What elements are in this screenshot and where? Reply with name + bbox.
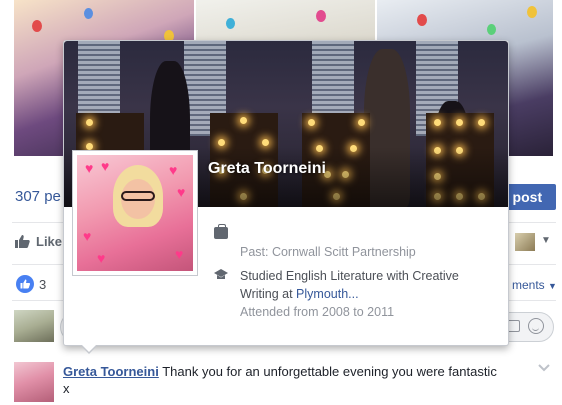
education-school-link[interactable]: Plymouth... [296,287,359,301]
like-reaction-icon[interactable] [16,275,34,293]
comment-body: Greta Toorneini Thank you for an unforge… [63,363,503,397]
education-attended: Attended from 2008 to 2011 [240,305,395,319]
graduation-cap-icon [214,269,228,279]
heart-icon: ♥ [169,162,178,178]
comment-author-link[interactable]: Greta Toorneini [63,364,159,379]
people-count-link[interactable]: 307 pe [15,188,61,205]
briefcase-icon [214,224,228,239]
education-info: Studied English Literature with Creative… [214,267,494,321]
profile-info: Past: Cornwall Scitt Partnership Studied… [214,223,494,327]
work-text: Past: Cornwall Scitt Partnership [240,245,416,259]
chevron-down-icon[interactable]: ▼ [541,235,551,246]
like-count[interactable]: 3 [39,277,46,292]
comments-filter-dropdown[interactable]: ments ▼ [512,278,557,292]
smile-icon[interactable] [528,318,544,334]
heart-icon: ♥ [97,250,106,266]
heart-icon: ♥ [101,158,110,174]
profile-hovercard: Greta Toorneini ♥ ♥ ♥ ♥ ♥ ♥ ♥ Past: Corn… [63,40,509,346]
profile-name-link[interactable]: Greta Toorneini [208,160,326,178]
thumbs-up-icon [15,235,30,248]
work-info: Past: Cornwall Scitt Partnership [214,223,494,261]
profile-picture[interactable]: ♥ ♥ ♥ ♥ ♥ ♥ ♥ [72,150,198,276]
share-as-avatar[interactable] [515,233,535,251]
like-button-label: Like [36,234,63,249]
heart-icon: ♥ [85,160,94,176]
chevron-down-icon: ▼ [548,281,557,291]
like-button[interactable]: Like [15,234,62,249]
post-button[interactable]: t post [504,184,556,210]
chevron-down-icon[interactable] [538,364,550,372]
heart-icon: ♥ [83,228,92,244]
heart-icon: ♥ [175,246,184,262]
comments-filter-label: ments [512,278,545,292]
heart-icon: ♥ [177,184,186,200]
avatar[interactable] [14,362,54,402]
comment-item: Greta Toorneini Thank you for an unforge… [0,358,562,405]
avatar [14,310,54,342]
